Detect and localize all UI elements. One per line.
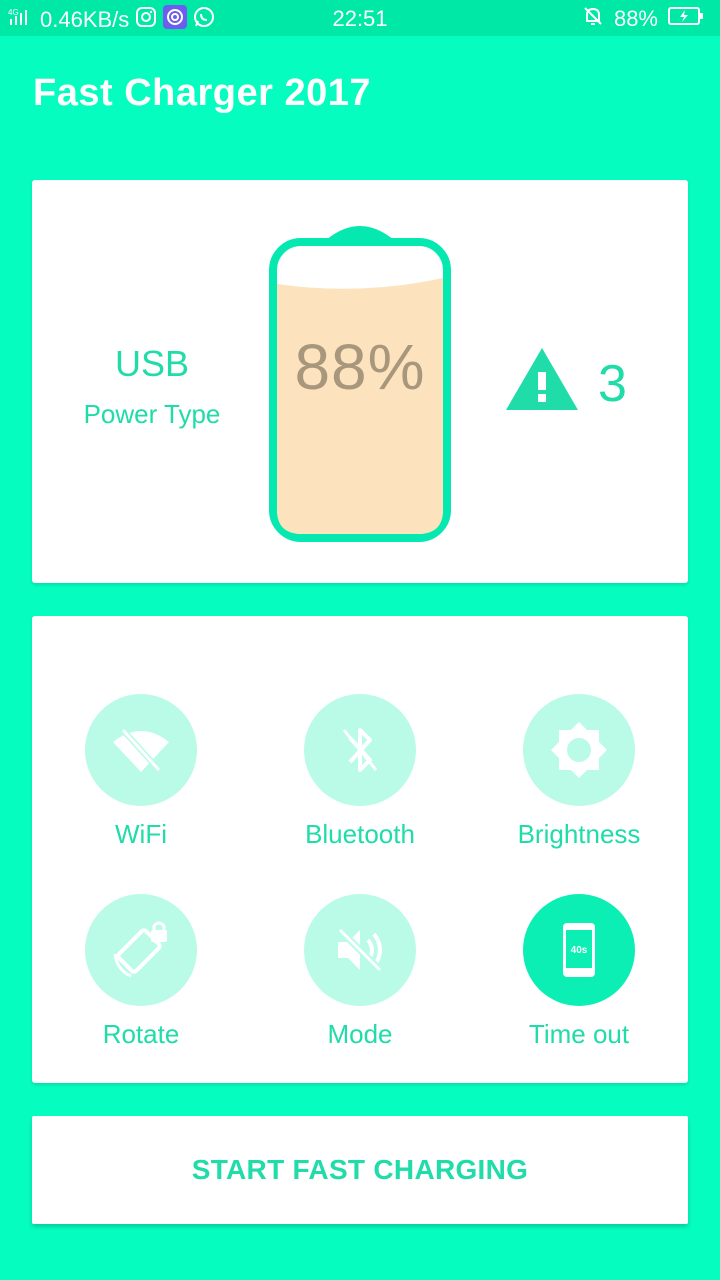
- toggle-brightness[interactable]: Brightness: [499, 694, 659, 850]
- toggles-card: WiFi Bluetooth Brightness Rotate Mode 40…: [32, 616, 688, 1083]
- start-fast-charging-button[interactable]: START FAST CHARGING: [32, 1116, 688, 1224]
- brightness-icon: [551, 722, 607, 778]
- rotate-lock-icon: [113, 921, 167, 978]
- toggle-wifi[interactable]: WiFi: [61, 694, 221, 850]
- wifi-label: WiFi: [115, 819, 167, 849]
- toggle-bluetooth[interactable]: Bluetooth: [280, 694, 440, 850]
- timeout-badge: 40s: [571, 945, 588, 956]
- screen-timeout-icon: 40s: [563, 923, 595, 977]
- bluetooth-label: Bluetooth: [305, 819, 415, 849]
- brightness-label: Brightness: [517, 819, 641, 849]
- power-type-label: Power Type: [83, 399, 221, 429]
- battery-percent: 88%: [613, 6, 658, 31]
- toggle-timeout[interactable]: 40s Time out: [499, 894, 659, 1050]
- timeout-toggle-button[interactable]: 40s: [523, 894, 635, 1006]
- rotate-toggle-button[interactable]: [85, 894, 197, 1006]
- power-type: USB Power Type: [70, 343, 234, 430]
- warning-count[interactable]: 3: [598, 354, 627, 414]
- rotate-label: Rotate: [102, 1019, 180, 1049]
- battery-card: USB Power Type 88% 3: [32, 180, 688, 583]
- bluetooth-toggle-button[interactable]: [304, 694, 416, 806]
- power-type-value: USB: [114, 343, 190, 384]
- status-bar: 4G 0.46KB/s 22:51 88%: [0, 0, 720, 36]
- bluetooth-off-icon: [342, 728, 378, 772]
- timeout-label: Time out: [528, 1019, 630, 1049]
- toggle-rotate[interactable]: Rotate: [61, 894, 221, 1050]
- battery-fill: [277, 278, 443, 534]
- brightness-toggle-button[interactable]: [523, 694, 635, 806]
- toggle-mode[interactable]: Mode: [280, 894, 440, 1050]
- battery-charging-icon: [668, 6, 704, 32]
- volume-off-icon: [335, 925, 385, 975]
- battery-level: 88%: [294, 331, 426, 403]
- mute-bell-icon: [582, 5, 604, 33]
- wifi-toggle-button[interactable]: [85, 694, 197, 806]
- warning-icon[interactable]: [504, 346, 580, 414]
- mode-label: Mode: [327, 1019, 393, 1049]
- wifi-off-icon: [113, 725, 169, 775]
- app-title: Fast Charger 2017: [33, 72, 371, 114]
- mode-toggle-button[interactable]: [304, 894, 416, 1006]
